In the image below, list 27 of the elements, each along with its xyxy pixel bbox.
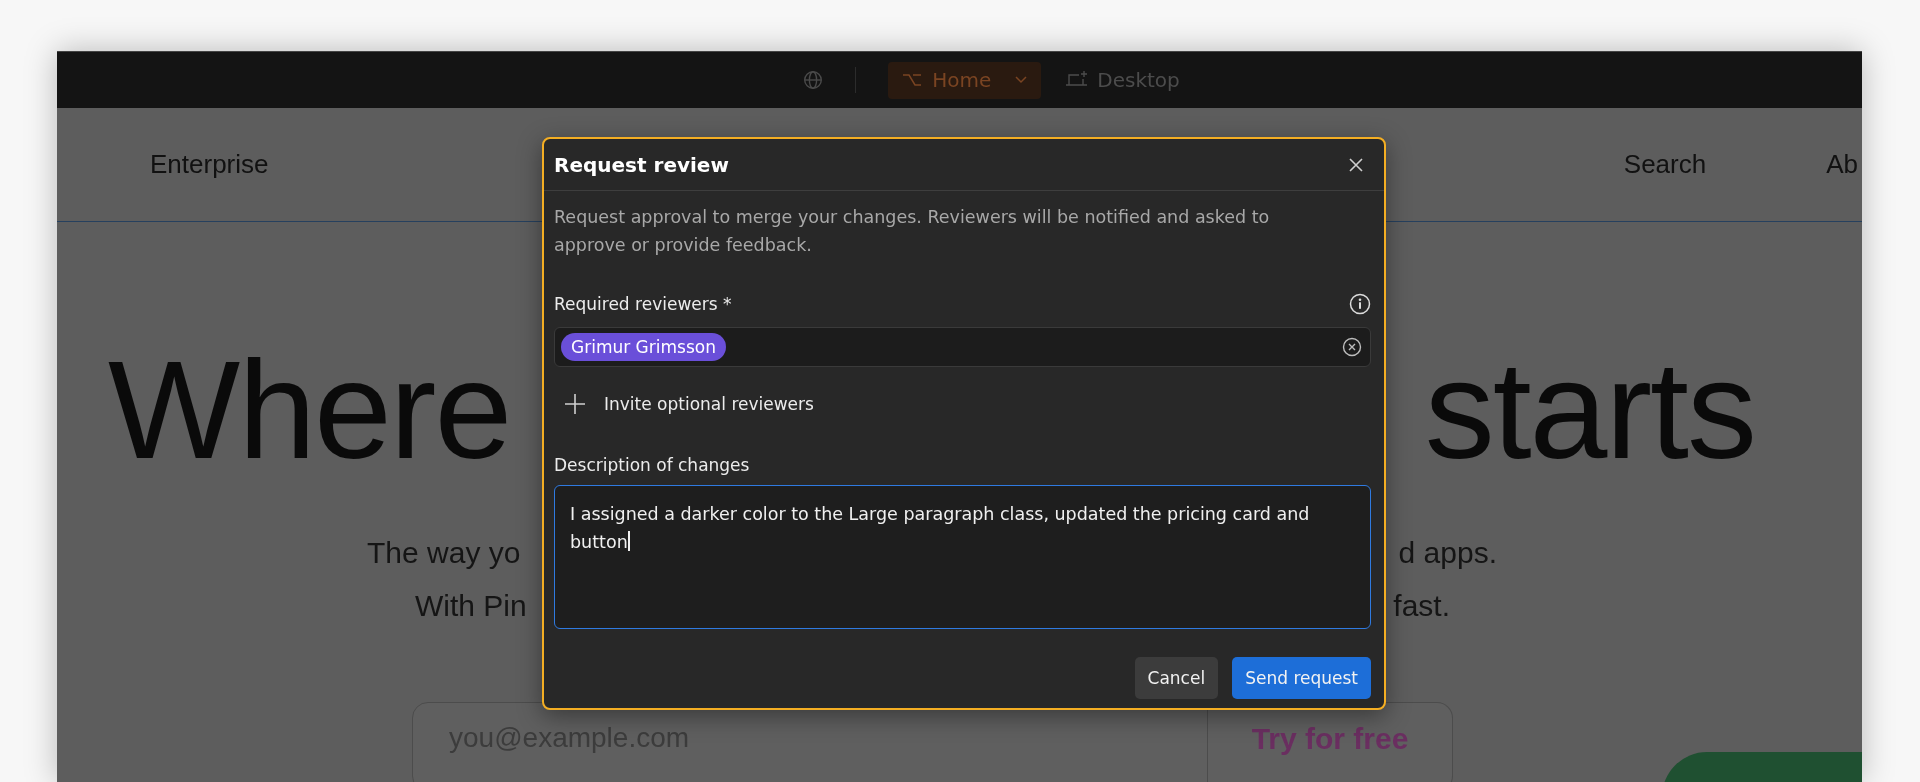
dialog-title: Request review xyxy=(554,152,729,177)
reviewers-field[interactable]: Grimur Grimsson xyxy=(554,327,1371,367)
laptop-icon xyxy=(1065,71,1090,89)
subtitle-text: fast. xyxy=(1393,588,1450,624)
clear-icon[interactable] xyxy=(1342,337,1362,357)
send-request-button[interactable]: Send request xyxy=(1232,657,1371,699)
close-icon[interactable] xyxy=(1348,156,1364,173)
chevron-down-icon xyxy=(1015,76,1028,84)
subtitle-text: The way yo xyxy=(367,535,521,571)
text-cursor xyxy=(627,531,630,551)
description-field[interactable]: I assigned a darker color to the Large paragraph class, updated the pricing card and button xyxy=(554,485,1371,629)
subtitle-text: With Pin xyxy=(415,588,527,624)
nav-link[interactable]: Enterprise xyxy=(150,149,269,180)
nav-link[interactable]: Search xyxy=(1623,149,1707,180)
field-label: Required reviewers * xyxy=(554,294,732,314)
invite-reviewers-button[interactable]: Invite optional reviewers xyxy=(554,389,824,419)
info-icon[interactable] xyxy=(1349,293,1371,315)
plus-icon xyxy=(564,393,586,415)
branch-icon xyxy=(902,72,923,88)
field-label: Description of changes xyxy=(554,455,751,475)
headline-text: Where xyxy=(108,340,511,480)
reviewer-tag[interactable]: Grimur Grimsson xyxy=(561,333,726,361)
cancel-button[interactable]: Cancel xyxy=(1134,657,1219,699)
subtitle-text: d apps. xyxy=(1398,535,1497,571)
dialog-description: Request approval to merge your changes. Reviewers will be notified and asked to approve or provide feedback. xyxy=(554,206,1271,257)
headline-text: starts xyxy=(1424,340,1755,480)
nav-link[interactable]: Ab xyxy=(1826,149,1858,180)
